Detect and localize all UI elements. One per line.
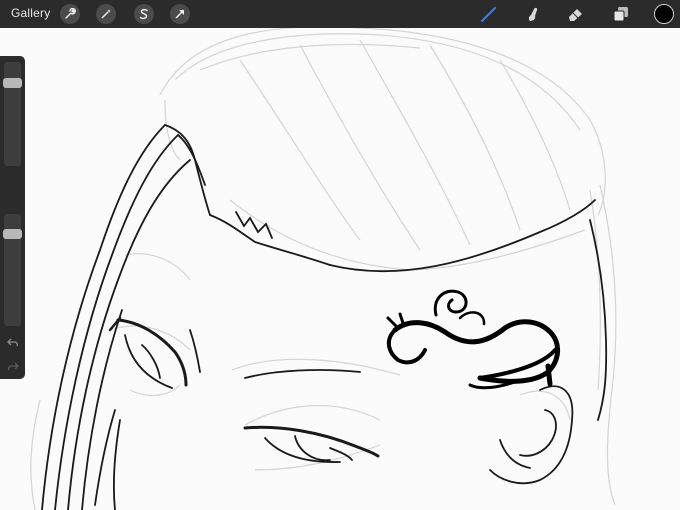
eraser-icon[interactable] bbox=[565, 4, 587, 24]
drawing-canvas[interactable] bbox=[0, 0, 680, 510]
color-picker-button[interactable] bbox=[654, 4, 674, 24]
undo-arrow-icon[interactable] bbox=[5, 334, 20, 349]
transform-arrow-icon[interactable] bbox=[170, 4, 190, 24]
sketch-layer bbox=[30, 26, 617, 510]
ink-layer bbox=[41, 124, 608, 510]
selection-s-icon[interactable] bbox=[134, 4, 154, 24]
adjustments-wand-icon[interactable] bbox=[96, 4, 116, 24]
top-toolbar: Gallery bbox=[0, 0, 680, 28]
redo-arrow-icon[interactable] bbox=[5, 358, 20, 373]
actions-wrench-icon[interactable] bbox=[60, 4, 80, 24]
left-sidebar bbox=[0, 56, 25, 379]
brush-size-thumb[interactable] bbox=[3, 78, 22, 88]
brush-opacity-slider[interactable] bbox=[3, 214, 22, 326]
brush-opacity-thumb[interactable] bbox=[3, 229, 22, 239]
brush-icon[interactable] bbox=[478, 4, 500, 24]
gallery-button[interactable]: Gallery bbox=[11, 6, 50, 20]
forehead-tattoo bbox=[386, 289, 560, 390]
brush-size-slider[interactable] bbox=[3, 62, 22, 166]
smudge-icon[interactable] bbox=[522, 4, 544, 24]
layers-icon[interactable] bbox=[610, 4, 632, 24]
